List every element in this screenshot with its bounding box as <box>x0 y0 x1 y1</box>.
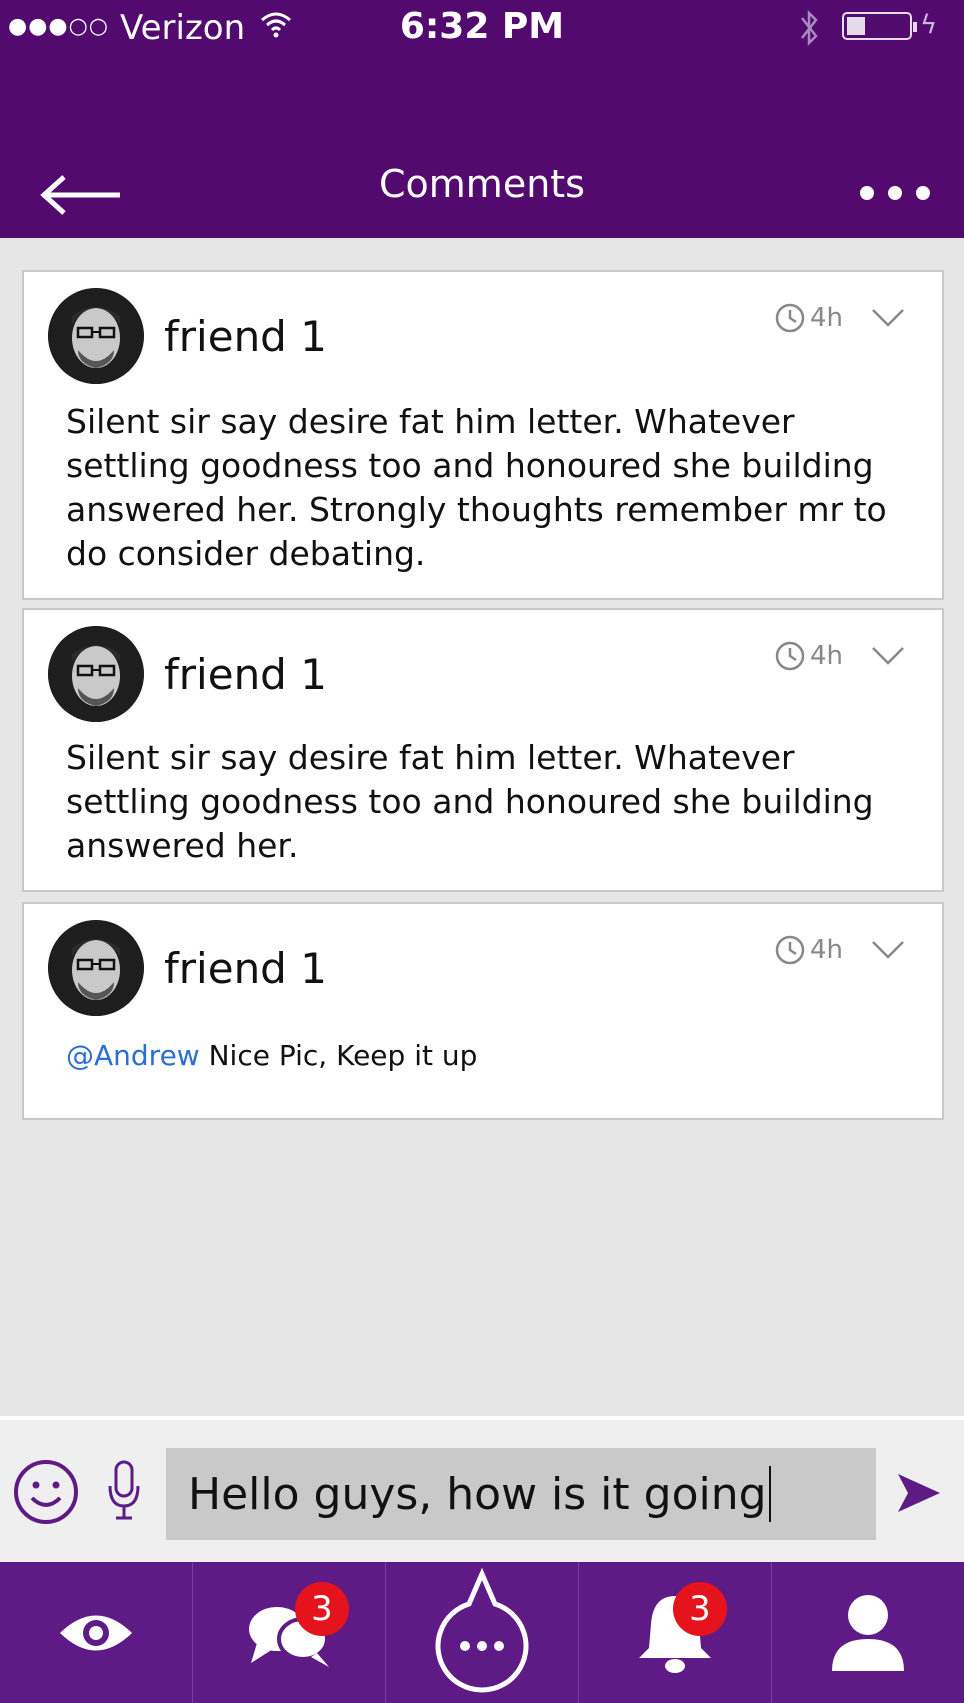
status-bar: ●●●○○ Verizon 6:32 PM ϟ <box>0 0 964 56</box>
microphone-icon[interactable] <box>104 1456 144 1526</box>
comment-text: Silent sir say desire fat him letter. Wh… <box>66 402 887 573</box>
tab-notifications[interactable]: 3 <box>579 1562 772 1703</box>
comment-time: 4h <box>810 641 844 671</box>
page-title: Comments <box>379 162 585 206</box>
clock-icon <box>775 935 805 965</box>
emoji-icon[interactable] <box>12 1458 80 1526</box>
comment-input[interactable]: Hello guys, how is it going <box>166 1448 876 1540</box>
comment-timestamp: 4h <box>774 302 843 334</box>
comment-author[interactable]: friend 1 <box>164 650 327 699</box>
user-icon <box>832 1594 904 1671</box>
comment-text: @Andrew Nice Pic, Keep it up <box>66 1034 916 1078</box>
comment-time: 4h <box>810 303 844 333</box>
battery-icon <box>842 12 917 40</box>
comment-timestamp: 4h <box>774 934 843 966</box>
clock-icon <box>775 303 805 333</box>
avatar[interactable] <box>48 626 144 722</box>
messages-badge: 3 <box>295 1582 349 1636</box>
tab-messages[interactable]: 3 <box>193 1562 386 1703</box>
chevron-down-icon[interactable] <box>870 938 906 962</box>
avatar[interactable] <box>48 920 144 1016</box>
bottom-tab-bar: 3 3 <box>0 1562 964 1703</box>
comment-timestamp: 4h <box>774 640 843 672</box>
comment-time: 4h <box>810 935 844 965</box>
bluetooth-icon <box>801 9 818 47</box>
tab-watch[interactable] <box>0 1562 193 1703</box>
new-post-icon <box>435 1567 529 1693</box>
notifications-badge: 3 <box>673 1582 727 1636</box>
charging-icon: ϟ <box>920 10 938 40</box>
text-cursor <box>768 1466 771 1522</box>
comment-author[interactable]: friend 1 <box>164 312 327 361</box>
chevron-down-icon[interactable] <box>870 306 906 330</box>
comment-card: friend 1 4h Silent sir say desire fat hi… <box>22 608 944 892</box>
clock-icon <box>775 641 805 671</box>
comment-card: friend 1 4h @Andrew Nice Pic, Keep it up <box>22 902 944 1120</box>
tab-profile[interactable] <box>772 1562 964 1703</box>
comment-composer: Hello guys, how is it going <box>0 1416 964 1562</box>
comment-text: Silent sir say desire fat him letter. Wh… <box>66 738 874 865</box>
tab-compose[interactable] <box>386 1562 579 1703</box>
comment-input-value: Hello guys, how is it going <box>188 1468 767 1520</box>
comment-message: Nice Pic, Keep it up <box>208 1039 478 1072</box>
send-icon[interactable] <box>894 1470 944 1516</box>
avatar[interactable] <box>48 288 144 384</box>
comment-card: friend 1 4h Silent sir say desire fat hi… <box>22 270 944 600</box>
comment-author[interactable]: friend 1 <box>164 944 327 993</box>
eye-icon <box>60 1615 132 1650</box>
more-options-icon[interactable] <box>860 178 930 208</box>
chevron-down-icon[interactable] <box>870 644 906 668</box>
mention-link[interactable]: @Andrew <box>66 1039 200 1072</box>
app-header: ●●●○○ Verizon 6:32 PM ϟ Comments <box>0 0 964 238</box>
